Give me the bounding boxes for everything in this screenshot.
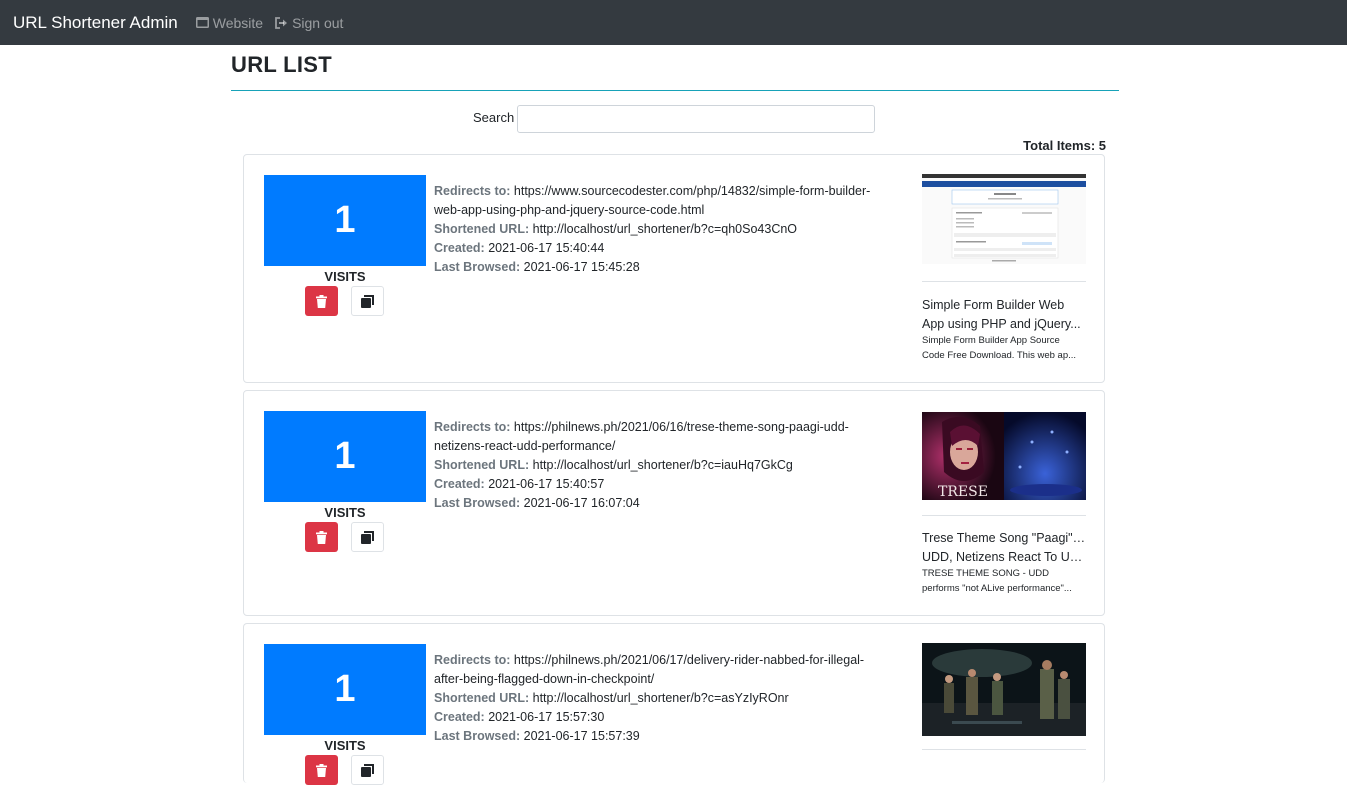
trash-icon <box>316 530 327 544</box>
short-url-label: Shortened URL: <box>434 458 530 472</box>
preview-description: Simple Form Builder App Source Code Free… <box>922 335 1077 361</box>
created-label: Created: <box>434 477 485 491</box>
visit-count: 1 <box>264 411 426 502</box>
preview-title[interactable]: Simple Form Builder Web App using PHP an… <box>922 296 1086 334</box>
delete-button[interactable] <box>305 522 338 552</box>
trash-icon <box>316 294 327 308</box>
last-browsed-date: 2021-06-17 15:45:28 <box>523 260 640 274</box>
nav-link-sign-out[interactable]: Sign out <box>275 15 343 31</box>
search-input[interactable] <box>517 105 875 133</box>
visit-count: 1 <box>264 644 426 735</box>
preview-divider <box>922 749 1086 750</box>
created-label: Created: <box>434 710 485 724</box>
window-icon <box>195 17 209 28</box>
preview-image <box>922 643 1086 736</box>
visit-count: 1 <box>264 175 426 266</box>
copy-icon <box>361 294 374 308</box>
copy-button[interactable] <box>351 755 384 785</box>
preview-divider <box>922 515 1086 516</box>
search-label: Search <box>473 110 515 125</box>
redirect-label: Redirects to: <box>434 184 511 198</box>
copy-icon <box>361 530 374 544</box>
created-label: Created: <box>434 241 485 255</box>
thumbnail-text: TRESE <box>938 484 988 500</box>
delete-button[interactable] <box>305 755 338 785</box>
last-browsed-label: Last Browsed: <box>434 260 521 274</box>
sign-out-icon <box>275 16 288 29</box>
url-card: 1 VISITS Redirects to: https://www.sourc… <box>243 154 1105 383</box>
redirect-url: https://philnews.ph/2021/06/16/trese-the… <box>513 420 849 434</box>
nav-link-sign-out-label: Sign out <box>292 14 344 31</box>
page-title: URL LIST <box>231 52 332 77</box>
visits-label: VISITS <box>324 505 366 520</box>
url-details: Redirects to: https://www.sourcecodester… <box>434 182 894 277</box>
nav-link-website[interactable]: Website <box>195 14 264 31</box>
preview-image: TRESE <box>922 412 1086 500</box>
url-details: Redirects to: https://philnews.ph/2021/0… <box>434 651 894 746</box>
last-browsed-label: Last Browsed: <box>434 496 521 510</box>
last-browsed-date: 2021-06-17 16:07:04 <box>523 496 640 510</box>
preview-divider <box>922 281 1086 282</box>
redirect-url: https://www.sourcecodester.com/php/14832… <box>513 184 871 198</box>
trash-icon <box>316 763 327 777</box>
url-card: 1 VISITS Redirects to: https://philnews.… <box>243 390 1105 616</box>
redirect-label: Redirects to: <box>434 653 511 667</box>
redirect-url: https://philnews.ph/2021/06/17/delivery-… <box>513 653 865 667</box>
top-navbar: URL Shortener Admin Website Sign out <box>0 0 1347 45</box>
preview-image <box>922 174 1086 264</box>
url-details: Redirects to: https://philnews.ph/2021/0… <box>434 418 894 513</box>
navbar-brand[interactable]: URL Shortener Admin <box>13 13 178 33</box>
title-divider <box>231 90 1119 91</box>
last-browsed-label: Last Browsed: <box>434 729 521 743</box>
preview-title[interactable]: Trese Theme Song "Paagi" By UDD, Netizen… <box>922 529 1086 567</box>
redirect-label: Redirects to: <box>434 420 511 434</box>
created-date: 2021-06-17 15:57:30 <box>488 710 605 724</box>
created-date: 2021-06-17 15:40:57 <box>488 477 605 491</box>
short-url-label: Shortened URL: <box>434 691 530 705</box>
visits-label: VISITS <box>324 738 366 753</box>
short-url[interactable]: http://localhost/url_shortener/b?c=iauHq… <box>533 458 793 472</box>
last-browsed-date: 2021-06-17 15:57:39 <box>523 729 640 743</box>
short-url[interactable]: http://localhost/url_shortener/b?c=asYzI… <box>533 691 789 705</box>
short-url[interactable]: http://localhost/url_shortener/b?c=qh0So… <box>533 222 797 236</box>
nav-link-website-label: Website <box>212 14 264 31</box>
preview-description: TRESE THEME SONG - UDD performs "not ALi… <box>922 568 1072 594</box>
url-card: 1 VISITS Redirects to: https://philnews.… <box>243 623 1105 785</box>
copy-button[interactable] <box>351 522 384 552</box>
visits-label: VISITS <box>324 269 366 284</box>
copy-button[interactable] <box>351 286 384 316</box>
total-items: Total Items: 5 <box>1023 138 1106 153</box>
created-date: 2021-06-17 15:40:44 <box>488 241 605 255</box>
redirect-url-cont: netizens-react-udd-performance/ <box>434 439 616 453</box>
redirect-url-cont: web-app-using-php-and-jquery-source-code… <box>434 203 705 217</box>
short-url-label: Shortened URL: <box>434 222 530 236</box>
copy-icon <box>361 763 374 777</box>
redirect-url-cont: after-being-flagged-down-in-checkpoint/ <box>434 672 655 686</box>
delete-button[interactable] <box>305 286 338 316</box>
